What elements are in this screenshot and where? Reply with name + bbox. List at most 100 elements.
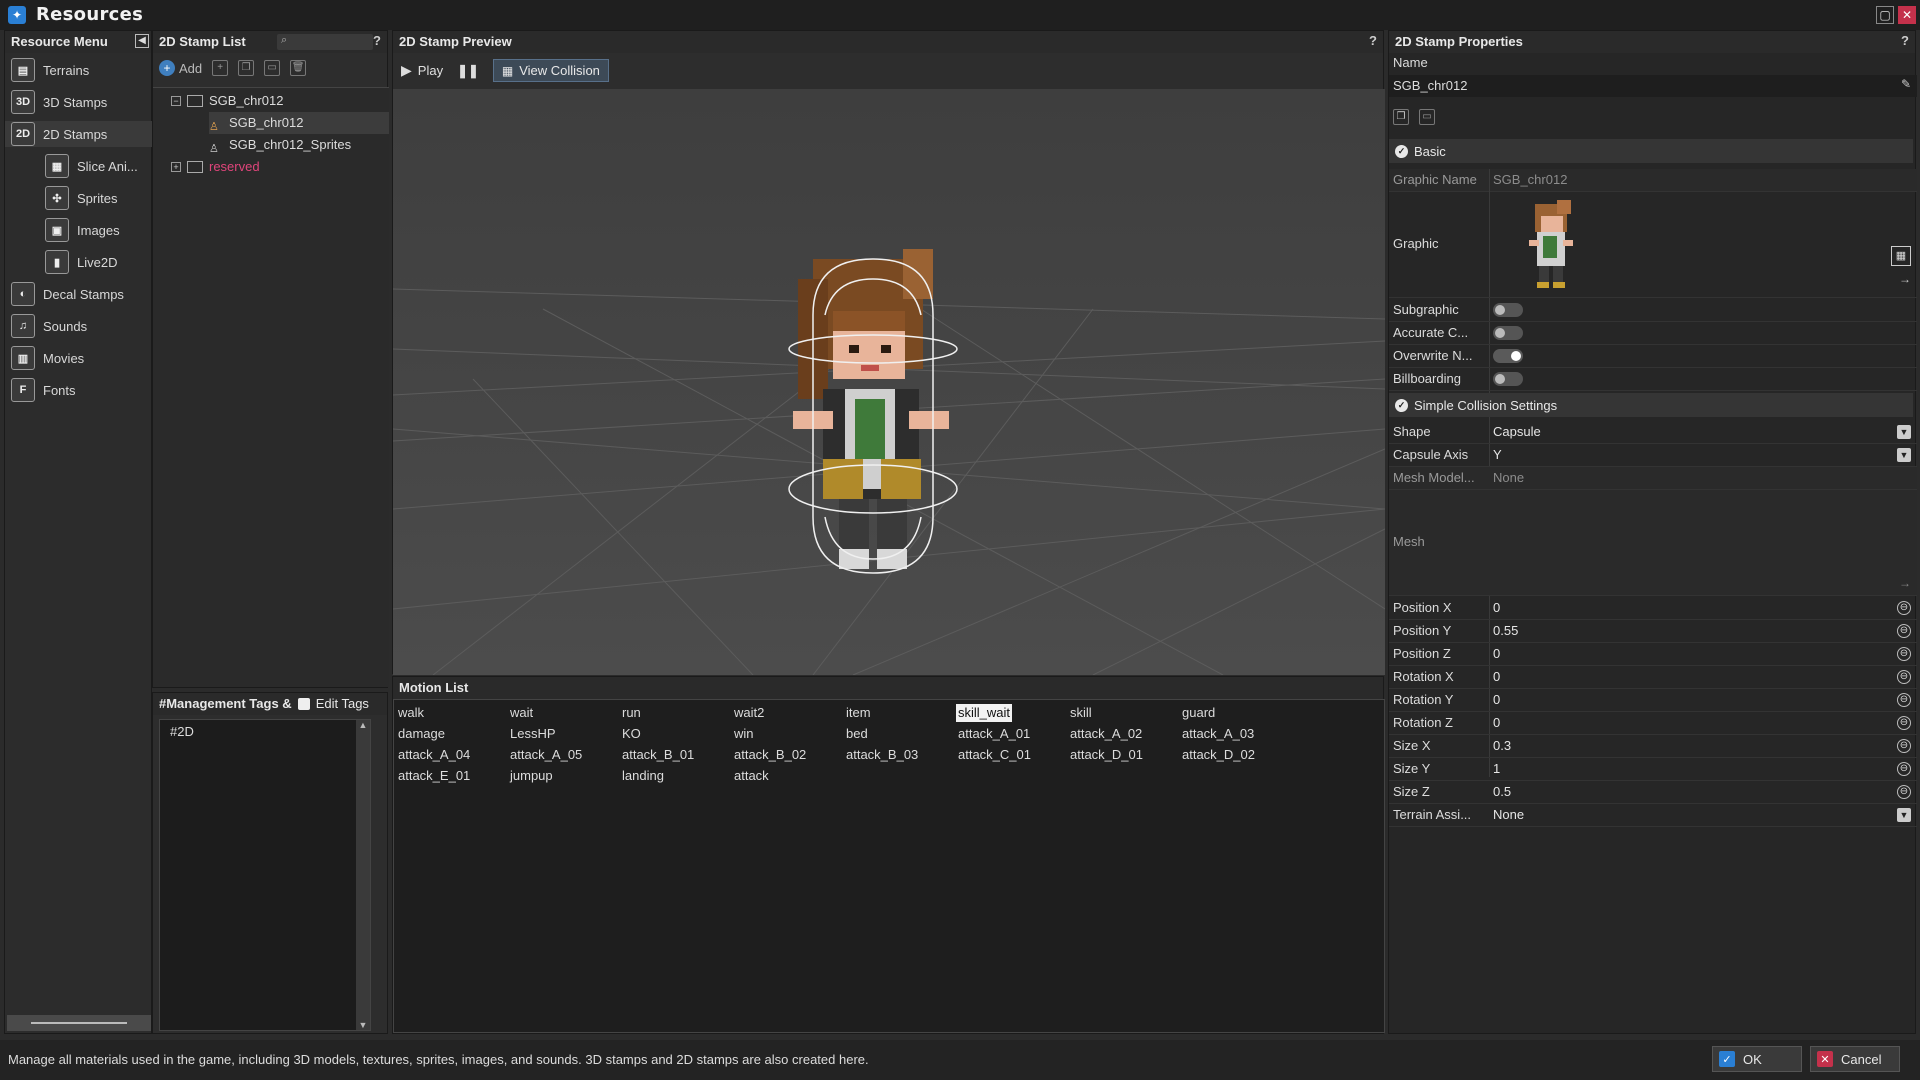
menu-item-sprites[interactable]: ✣ Sprites xyxy=(45,185,153,211)
pencil-icon[interactable]: ✎ xyxy=(1901,77,1911,91)
view-collision-button[interactable]: ▦ View Collision xyxy=(492,59,609,82)
tags-list[interactable]: #2D ▲ ▼ xyxy=(159,719,371,1031)
motion-item[interactable]: attack_B_03 xyxy=(846,746,918,764)
new-folder-icon[interactable]: + xyxy=(212,60,229,76)
motion-item[interactable]: attack_D_02 xyxy=(1182,746,1255,764)
menu-item-decal-stamps[interactable]: ◐ Decal Stamps xyxy=(11,281,151,307)
motion-item[interactable]: LessHP xyxy=(510,725,556,743)
motion-item[interactable]: attack_B_01 xyxy=(622,746,694,764)
motion-item[interactable]: attack_E_01 xyxy=(398,767,470,785)
tags-scrollbar[interactable]: ▲ ▼ xyxy=(356,720,370,1030)
terrain-assist-select[interactable]: None xyxy=(1493,807,1524,822)
motion-item[interactable]: guard xyxy=(1182,704,1215,722)
menu-item-movies[interactable]: ▥ Movies xyxy=(11,345,151,371)
qr-select-icon[interactable]: ▦ xyxy=(1891,246,1911,266)
paste-icon[interactable]: ▭ xyxy=(264,60,281,76)
motion-item[interactable]: item xyxy=(846,704,871,722)
rotation-y-input[interactable]: 0 xyxy=(1493,692,1500,707)
help-icon[interactable]: ? xyxy=(1369,33,1377,48)
position-x-input[interactable]: 0 xyxy=(1493,600,1500,615)
motion-item[interactable]: attack_A_02 xyxy=(1070,725,1142,743)
billboarding-toggle[interactable] xyxy=(1493,372,1523,386)
size-y-input[interactable]: 1 xyxy=(1493,761,1500,776)
copy-icon[interactable]: ❐ xyxy=(1393,109,1409,125)
motion-item[interactable]: damage xyxy=(398,725,445,743)
maximize-icon[interactable]: ▢ xyxy=(1876,6,1894,24)
position-z-input[interactable]: 0 xyxy=(1493,646,1500,661)
motion-item[interactable]: KO xyxy=(622,725,641,743)
motion-item[interactable]: bed xyxy=(846,725,868,743)
position-y-input[interactable]: 0.55 xyxy=(1493,623,1518,638)
motion-item[interactable]: attack_A_01 xyxy=(958,725,1030,743)
rotation-x-input[interactable]: 0 xyxy=(1493,669,1500,684)
tree-item-sgb-chr012[interactable]: ♙ SGB_chr012 xyxy=(209,112,389,134)
add-button[interactable]: + Add xyxy=(159,60,202,76)
menu-item-images[interactable]: ▣ Images xyxy=(45,217,153,243)
subgraphic-toggle[interactable] xyxy=(1493,303,1523,317)
reset-icon[interactable]: ⊖ xyxy=(1897,785,1911,799)
reset-icon[interactable]: ⊖ xyxy=(1897,693,1911,707)
paste-icon[interactable]: ▭ xyxy=(1419,109,1435,125)
capsule-axis-select[interactable]: Y xyxy=(1493,447,1502,462)
menu-scrollbar[interactable] xyxy=(7,1015,151,1031)
menu-item-fonts[interactable]: F Fonts xyxy=(11,377,151,403)
reset-icon[interactable]: ⊖ xyxy=(1897,601,1911,615)
tag-item[interactable]: #2D xyxy=(160,720,370,743)
play-button[interactable]: ▶ Play xyxy=(401,62,443,79)
dropdown-icon[interactable]: ▼ xyxy=(1897,425,1911,439)
ok-button[interactable]: ✓ OK xyxy=(1712,1046,1802,1072)
graphic-thumbnail[interactable] xyxy=(1521,200,1581,292)
arrow-right-icon[interactable]: → xyxy=(1899,272,1911,286)
motion-item-selected[interactable]: skill_wait xyxy=(956,704,1013,722)
search-input[interactable]: ⌕ xyxy=(277,34,373,50)
motion-item[interactable]: jumpup xyxy=(510,767,553,785)
collapse-icon[interactable]: − xyxy=(171,96,181,106)
motion-item[interactable]: attack_A_05 xyxy=(510,746,582,764)
rotation-z-input[interactable]: 0 xyxy=(1493,715,1500,730)
motion-item[interactable]: skill xyxy=(1070,704,1092,722)
close-icon[interactable]: ✕ xyxy=(1898,6,1916,24)
motion-item[interactable]: attack_B_02 xyxy=(734,746,806,764)
shape-select[interactable]: Capsule xyxy=(1493,424,1541,439)
motion-item[interactable]: walk xyxy=(398,704,424,722)
motion-item[interactable]: attack_D_01 xyxy=(1070,746,1143,764)
motion-item[interactable]: wait2 xyxy=(734,704,764,722)
reset-icon[interactable]: ⊖ xyxy=(1897,762,1911,776)
overwrite-toggle[interactable] xyxy=(1493,349,1523,363)
motion-item[interactable]: attack_C_01 xyxy=(958,746,1031,764)
menu-item-2d-stamps[interactable]: 2D 2D Stamps xyxy=(5,121,153,147)
reset-icon[interactable]: ⊖ xyxy=(1897,739,1911,753)
collapse-icon[interactable]: ◀ xyxy=(135,34,149,48)
dropdown-icon[interactable]: ▼ xyxy=(1897,448,1911,462)
cancel-button[interactable]: ✕ Cancel xyxy=(1810,1046,1900,1072)
motion-item[interactable]: wait xyxy=(510,704,533,722)
preview-viewport[interactable] xyxy=(393,89,1385,675)
motion-item[interactable]: attack xyxy=(734,767,769,785)
reset-icon[interactable]: ⊖ xyxy=(1897,670,1911,684)
copy-icon[interactable]: ❐ xyxy=(238,60,255,76)
menu-item-live2d[interactable]: ▮ Live2D xyxy=(45,249,153,275)
menu-item-3d-stamps[interactable]: 3D 3D Stamps xyxy=(11,89,151,115)
name-field[interactable]: SGB_chr012 ✎ xyxy=(1389,75,1917,97)
help-icon[interactable]: ? xyxy=(373,33,381,48)
size-x-input[interactable]: 0.3 xyxy=(1493,738,1511,753)
section-collision[interactable]: ✓ Simple Collision Settings xyxy=(1389,393,1913,417)
menu-item-terrains[interactable]: ▤ Terrains xyxy=(11,57,151,83)
reset-icon[interactable]: ⊖ xyxy=(1897,647,1911,661)
motion-item[interactable]: landing xyxy=(622,767,664,785)
motion-item[interactable]: win xyxy=(734,725,754,743)
dropdown-icon[interactable]: ▼ xyxy=(1897,808,1911,822)
pause-icon[interactable]: ❚❚ xyxy=(457,63,479,79)
motion-item[interactable]: attack_A_04 xyxy=(398,746,470,764)
motion-item[interactable]: attack_A_03 xyxy=(1182,725,1254,743)
edit-tags-checkbox[interactable] xyxy=(297,698,310,710)
reset-icon[interactable]: ⊖ xyxy=(1897,716,1911,730)
edit-tags-label[interactable]: Edit Tags xyxy=(316,693,369,715)
tree-item-sgb-chr012-sprites[interactable]: ♙ SGB_chr012_Sprites xyxy=(209,134,351,156)
expand-icon[interactable]: + xyxy=(171,162,181,172)
section-basic[interactable]: ✓ Basic xyxy=(1389,139,1913,163)
tree-folder-sgb-chr012[interactable]: − SGB_chr012 xyxy=(171,90,283,112)
size-z-input[interactable]: 0.5 xyxy=(1493,784,1511,799)
tree-folder-reserved[interactable]: + reserved xyxy=(171,156,260,178)
accurate-toggle[interactable] xyxy=(1493,326,1523,340)
